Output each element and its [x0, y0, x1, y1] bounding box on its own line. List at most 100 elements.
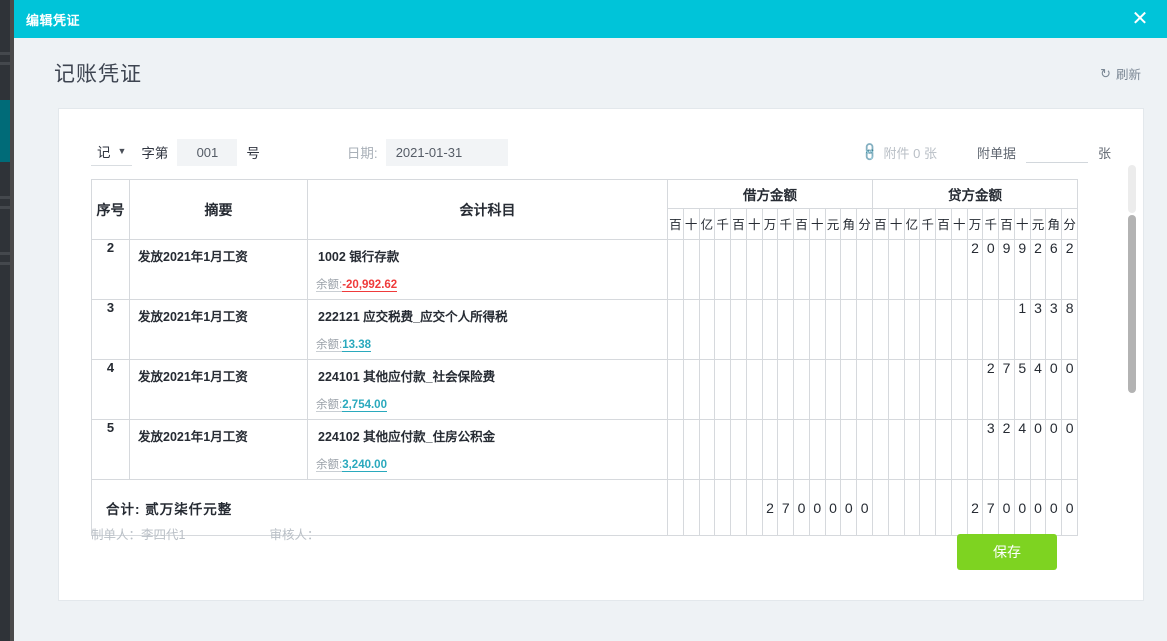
- credit-digit-cell[interactable]: [919, 239, 937, 300]
- credit-digit-cell[interactable]: 0: [1061, 419, 1078, 480]
- debit-digit-cell[interactable]: [824, 299, 842, 360]
- debit-digit-cell[interactable]: [682, 299, 700, 360]
- debit-digit-cell[interactable]: [824, 239, 842, 300]
- row-summary[interactable]: 发放2021年1月工资: [129, 299, 308, 360]
- row-summary[interactable]: 发放2021年1月工资: [129, 419, 308, 480]
- credit-digit-cell[interactable]: [966, 359, 984, 420]
- debit-digit-cell[interactable]: [745, 299, 763, 360]
- credit-digit-cell[interactable]: [872, 419, 889, 480]
- credit-digit-cell[interactable]: [887, 419, 905, 480]
- credit-digit-cell[interactable]: 8: [1061, 299, 1078, 360]
- credit-digit-cell[interactable]: 9: [1013, 239, 1031, 300]
- debit-digit-cell[interactable]: [714, 239, 732, 300]
- debit-digit-cell[interactable]: [793, 359, 810, 420]
- credit-digit-cell[interactable]: 2: [1029, 239, 1047, 300]
- debit-digit-cell[interactable]: [698, 419, 716, 480]
- credit-digit-cell[interactable]: [935, 419, 952, 480]
- credit-digit-cell[interactable]: [887, 299, 905, 360]
- debit-digit-cell[interactable]: [777, 299, 795, 360]
- credit-digit-cell[interactable]: 6: [1045, 239, 1063, 300]
- credit-digit-cell[interactable]: [919, 419, 937, 480]
- debit-digit-cell[interactable]: [793, 419, 810, 480]
- credit-digit-cell[interactable]: [919, 299, 937, 360]
- table-row[interactable]: 3 发放2021年1月工资 222121 应交税费_应交个人所得税 余额:13.38 1…: [91, 299, 1078, 360]
- debit-digit-cell[interactable]: [730, 299, 747, 360]
- credit-digit-cell[interactable]: 3: [1029, 299, 1047, 360]
- credit-digit-cell[interactable]: 0: [1045, 359, 1063, 420]
- debit-digit-cell[interactable]: [856, 299, 873, 360]
- debit-digit-cell[interactable]: [698, 239, 716, 300]
- debit-digit-cell[interactable]: [730, 419, 747, 480]
- row-summary[interactable]: 发放2021年1月工资: [129, 359, 308, 420]
- debit-digit-cell[interactable]: [840, 239, 858, 300]
- debit-digit-cell[interactable]: [761, 299, 779, 360]
- save-button[interactable]: 保存: [957, 534, 1057, 570]
- debit-digit-cell[interactable]: [777, 359, 795, 420]
- debit-digit-cell[interactable]: [667, 239, 684, 300]
- credit-digit-cell[interactable]: [966, 299, 984, 360]
- credit-digit-cell[interactable]: [919, 359, 937, 420]
- credit-digit-cell[interactable]: 2: [1061, 239, 1078, 300]
- row-account[interactable]: 1002 银行存款 余额:-20,992.62: [307, 239, 668, 300]
- credit-digit-cell[interactable]: 0: [1029, 419, 1047, 480]
- debit-digit-cell[interactable]: [808, 239, 826, 300]
- credit-digit-cell[interactable]: [935, 359, 952, 420]
- credit-digit-cell[interactable]: [887, 359, 905, 420]
- debit-digit-cell[interactable]: [745, 419, 763, 480]
- voucher-number-input[interactable]: [177, 138, 238, 166]
- credit-digit-cell[interactable]: 5: [1013, 359, 1031, 420]
- credit-digit-cell[interactable]: [935, 299, 952, 360]
- debit-digit-cell[interactable]: [730, 239, 747, 300]
- debit-digit-cell[interactable]: [667, 419, 684, 480]
- debit-digit-cell[interactable]: [761, 359, 779, 420]
- credit-digit-cell[interactable]: [872, 239, 889, 300]
- debit-digit-cell[interactable]: [808, 299, 826, 360]
- debit-digit-cell[interactable]: [856, 359, 873, 420]
- debit-digit-cell[interactable]: [714, 419, 732, 480]
- credit-digit-cell[interactable]: 3: [1045, 299, 1063, 360]
- debit-digit-cell[interactable]: [777, 239, 795, 300]
- credit-digit-cell[interactable]: [887, 239, 905, 300]
- debit-digit-cell[interactable]: [698, 299, 716, 360]
- credit-digit-cell[interactable]: [872, 299, 889, 360]
- credit-digit-cell[interactable]: 2: [998, 419, 1015, 480]
- debit-digit-cell[interactable]: [761, 239, 779, 300]
- credit-digit-cell[interactable]: [950, 359, 968, 420]
- card-scrollbar[interactable]: [1128, 165, 1136, 585]
- close-icon[interactable]: ✕: [1127, 6, 1153, 32]
- debit-digit-cell[interactable]: [856, 419, 873, 480]
- row-account[interactable]: 222121 应交税费_应交个人所得税 余额:13.38: [307, 299, 668, 360]
- row-summary[interactable]: 发放2021年1月工资: [129, 239, 308, 300]
- attached-documents-input[interactable]: [1025, 141, 1088, 163]
- debit-digit-cell[interactable]: [840, 359, 858, 420]
- credit-digit-cell[interactable]: [903, 299, 921, 360]
- credit-digit-cell[interactable]: [872, 359, 889, 420]
- debit-digit-cell[interactable]: [730, 359, 747, 420]
- voucher-kind-select[interactable]: 记 ▼: [91, 138, 133, 166]
- debit-digit-cell[interactable]: [714, 359, 732, 420]
- credit-digit-cell[interactable]: 7: [998, 359, 1015, 420]
- debit-digit-cell[interactable]: [667, 359, 684, 420]
- credit-digit-cell[interactable]: [998, 299, 1015, 360]
- credit-digit-cell[interactable]: 1: [1013, 299, 1031, 360]
- credit-digit-cell[interactable]: [966, 419, 984, 480]
- table-row[interactable]: 4 发放2021年1月工资 224101 其他应付款_社会保险费 余额:2,754.0…: [91, 359, 1078, 420]
- debit-digit-cell[interactable]: [824, 359, 842, 420]
- scrollbar-thumb[interactable]: [1128, 215, 1136, 393]
- debit-digit-cell[interactable]: [682, 359, 700, 420]
- credit-digit-cell[interactable]: 0: [982, 239, 1000, 300]
- debit-digit-cell[interactable]: [682, 419, 700, 480]
- credit-digit-cell[interactable]: [950, 239, 968, 300]
- refresh-button[interactable]: ↻ 刷新: [1100, 64, 1141, 83]
- debit-digit-cell[interactable]: [793, 299, 810, 360]
- credit-digit-cell[interactable]: 4: [1013, 419, 1031, 480]
- credit-digit-cell[interactable]: 2: [966, 239, 984, 300]
- credit-digit-cell[interactable]: 0: [1045, 419, 1063, 480]
- credit-digit-cell[interactable]: [903, 419, 921, 480]
- debit-digit-cell[interactable]: [682, 239, 700, 300]
- credit-digit-cell[interactable]: [950, 419, 968, 480]
- credit-digit-cell[interactable]: [903, 239, 921, 300]
- row-account[interactable]: 224102 其他应付款_住房公积金 余额:3,240.00: [307, 419, 668, 480]
- credit-digit-cell[interactable]: [903, 359, 921, 420]
- debit-digit-cell[interactable]: [777, 419, 795, 480]
